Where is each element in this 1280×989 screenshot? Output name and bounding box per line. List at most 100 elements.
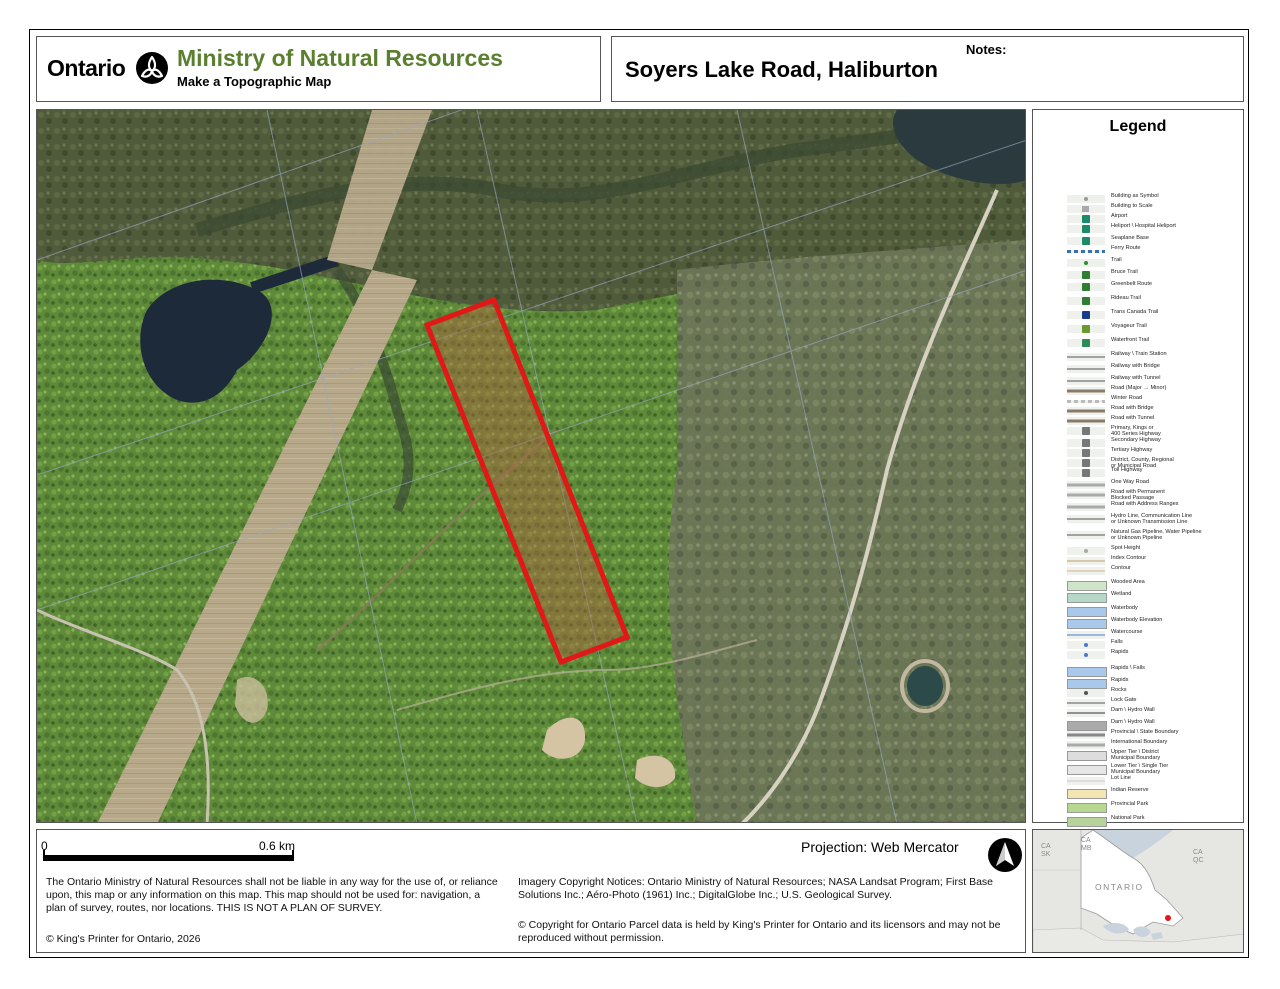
- projection-label: Projection: Web Mercator: [801, 839, 959, 855]
- legend-item: Road with Bridge: [1067, 405, 1242, 416]
- legend-item: Greenbelt Route: [1067, 281, 1242, 292]
- ministry-title: Ministry of Natural Resources: [177, 45, 503, 71]
- legend-item-label: Dam \ Hydro Wall: [1111, 707, 1155, 713]
- legend-glyph-icon: [1082, 339, 1090, 347]
- legend-item-label: Road with Bridge: [1111, 405, 1154, 411]
- legend-item-label: Ferry Route: [1111, 245, 1141, 251]
- legend-symbol: [1067, 731, 1105, 739]
- legend-symbol: [1067, 469, 1105, 477]
- legend-item-label: Provincial Park: [1111, 801, 1149, 807]
- legend-item: Contour: [1067, 565, 1242, 576]
- map-canvas[interactable]: [36, 109, 1026, 823]
- legend-item: Road with Permanent Blocked Passage: [1067, 489, 1242, 501]
- legend-symbol: [1067, 205, 1105, 213]
- legend-item-label: Waterbody: [1111, 605, 1138, 611]
- legend-glyph-icon: [1084, 691, 1088, 695]
- legend-item: Toll Highway: [1067, 467, 1242, 478]
- legend-item: Rapids: [1067, 649, 1242, 660]
- legend-glyph-icon: [1084, 261, 1088, 265]
- legend-item: Upper Tier \ District Municipal Boundary: [1067, 749, 1242, 761]
- legend-item: Waterbody Elevation: [1067, 617, 1242, 629]
- map-title: Soyers Lake Road, Haliburton: [625, 57, 938, 82]
- legend-item: Secondary Highway: [1067, 437, 1242, 448]
- inset-label-mb: CA MB: [1081, 837, 1092, 852]
- legend-item-label: Toll Highway: [1111, 467, 1143, 473]
- legend-glyph-icon: [1082, 469, 1090, 477]
- ministry-subtitle: Make a Topographic Map: [177, 74, 332, 89]
- legend-item-label: Road with Permanent Blocked Passage: [1111, 489, 1165, 501]
- legend-item-label: Upper Tier \ District Municipal Boundary: [1111, 749, 1161, 761]
- legend-item-label: Indian Reserve: [1111, 787, 1149, 793]
- legend-item: Primary, Kings or 400 Series Highway: [1067, 425, 1242, 436]
- legend-item-label: Heliport \ Hospital Heliport: [1111, 223, 1176, 229]
- legend-item: Rapids: [1067, 677, 1242, 689]
- legend-item-label: Lower Tier \ Single Tier Municipal Bound…: [1111, 763, 1169, 775]
- inset-province-label: ONTARIO: [1095, 882, 1144, 892]
- legend-symbol: [1067, 593, 1107, 603]
- legend-item: Index Contour: [1067, 555, 1242, 566]
- legend-symbol: [1067, 515, 1105, 523]
- legend-item-label: Voyageur Trail: [1111, 323, 1147, 329]
- legend-glyph-icon: [1084, 643, 1088, 647]
- legend-item-label: Airport: [1111, 213, 1128, 219]
- legend-symbol: [1067, 339, 1105, 347]
- parcel-copyright-notice: © Copyright for Ontario Parcel data is h…: [518, 919, 1001, 944]
- legend-item: Wetland: [1067, 591, 1242, 603]
- legend-symbol: [1067, 503, 1105, 511]
- inset-label-qc: CA QC: [1193, 849, 1204, 864]
- legend-symbol: [1067, 449, 1105, 457]
- map-footer: 0 0.6 km Projection: Web Mercator The On…: [36, 829, 1026, 953]
- legend-item: Trans Canada Trail: [1067, 309, 1242, 320]
- legend-item-label: Provincial \ State Boundary: [1111, 729, 1179, 735]
- legend-item-label: Hydro Line, Communication Line or Unknow…: [1111, 513, 1193, 525]
- legend-item: Trail: [1067, 257, 1242, 268]
- legend-item-label: Road with Address Ranges: [1111, 501, 1179, 507]
- legend-item-label: Natural Gas Pipeline, Water Pipeline or …: [1111, 529, 1202, 541]
- legend-item-label: Index Contour: [1111, 555, 1147, 561]
- legend-title: Legend: [1109, 118, 1167, 135]
- legend-item-label: Rapids: [1111, 649, 1129, 655]
- legend-item: Natural Gas Pipeline, Water Pipeline or …: [1067, 529, 1242, 541]
- legend-item-label: Dam \ Hydro Wall: [1111, 719, 1155, 725]
- legend-symbol: [1067, 531, 1105, 539]
- legend-item-label: Lock Gate: [1111, 697, 1137, 703]
- legend-item: Road with Tunnel: [1067, 415, 1242, 426]
- legend-item: National Park: [1067, 815, 1242, 827]
- trillium-logo-icon: [136, 52, 168, 84]
- legend-item: Railway with Bridge: [1067, 363, 1242, 374]
- legend-symbol: [1067, 365, 1105, 373]
- legend-item: District, County, Regional or Municipal …: [1067, 457, 1242, 468]
- legend-symbol: [1067, 817, 1107, 827]
- legend-symbol: [1067, 311, 1105, 319]
- legend-item-label: Railway with Tunnel: [1111, 375, 1161, 381]
- scale-bar: [43, 855, 293, 861]
- legend-item: Hydro Line, Communication Line or Unknow…: [1067, 513, 1242, 525]
- legend-item-label: Trail: [1111, 257, 1122, 263]
- legend-item: Building as Symbol: [1067, 193, 1242, 204]
- legend-item-label: Waterbody Elevation: [1111, 617, 1163, 623]
- legend-symbol: [1067, 259, 1105, 267]
- legend-panel: Legend Building as Symbol Building to Sca…: [1032, 109, 1244, 853]
- legend-glyph-icon: [1082, 297, 1090, 305]
- legend-item: Building to Scale: [1067, 203, 1242, 214]
- legend-glyph-icon: [1084, 653, 1088, 657]
- legend-symbol: [1067, 417, 1105, 425]
- legend-item-label: Rapids \ Falls: [1111, 665, 1145, 671]
- legend-item: Road (Major → Minor): [1067, 385, 1242, 396]
- legend-glyph-icon: [1082, 439, 1090, 447]
- legend-item-label: Waterfront Trail: [1111, 337, 1150, 343]
- legend-symbol: [1067, 751, 1107, 761]
- legend-glyph-icon: [1084, 197, 1088, 201]
- inset-locator-map[interactable]: CA SK CA MB CA QC ONTARIO: [1032, 829, 1244, 953]
- legend-symbol: [1067, 481, 1105, 489]
- legend-glyph-icon: [1082, 459, 1090, 467]
- legend-symbol: [1067, 765, 1107, 775]
- legend-symbol: [1067, 689, 1105, 697]
- scale-bar-tick: [292, 850, 294, 861]
- legend-item: Lower Tier \ Single Tier Municipal Bound…: [1067, 763, 1242, 775]
- legend-symbol: [1067, 607, 1107, 617]
- legend-item-label: Falls: [1111, 639, 1123, 645]
- legend-item-label: Greenbelt Route: [1111, 281, 1153, 287]
- legend-item-label: International Boundary: [1111, 739, 1168, 745]
- legend-symbol: [1067, 283, 1105, 291]
